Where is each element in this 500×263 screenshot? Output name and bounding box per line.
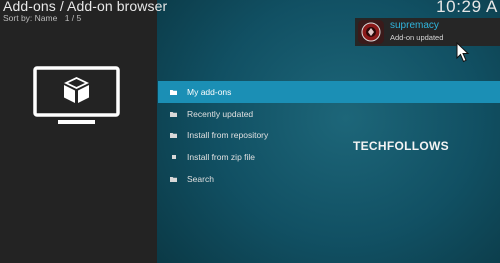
notification-title: supremacy xyxy=(390,20,439,31)
left-panel xyxy=(0,0,157,263)
menu-item-label: Search xyxy=(187,173,214,184)
menu-item-search[interactable]: Search xyxy=(158,168,500,190)
folder-icon xyxy=(170,176,177,182)
clock: 10:29 A xyxy=(436,0,498,16)
square-bullet-icon xyxy=(172,154,176,159)
notification-toast: supremacy Add-on updated xyxy=(355,18,500,46)
menu-item-label: My add-ons xyxy=(187,86,232,97)
menu-item-label: Install from repository xyxy=(187,130,269,141)
mouse-pointer-icon xyxy=(456,42,470,63)
sort-info: Sort by: Name 1 / 5 xyxy=(3,13,81,23)
page-indicator: 1 / 5 xyxy=(64,13,82,23)
supremacy-addon-icon xyxy=(358,20,384,44)
folder-icon xyxy=(170,133,177,139)
page-title: Add-ons / Add-on browser xyxy=(3,0,168,14)
menu-item-label: Install from zip file xyxy=(187,151,256,162)
sort-label[interactable]: Sort by: Name xyxy=(3,13,57,23)
watermark: TECHFOLLOWS xyxy=(353,139,449,153)
menu-item-label: Recently updated xyxy=(187,108,254,119)
folder-icon xyxy=(170,89,177,95)
menu-item-recently-updated[interactable]: Recently updated xyxy=(158,103,500,125)
addon-monitor-icon xyxy=(33,66,120,124)
addon-menu: My add-ons Recently updated Install from… xyxy=(158,81,500,189)
notification-message: Add-on updated xyxy=(390,33,444,42)
menu-item-my-addons[interactable]: My add-ons xyxy=(158,81,500,103)
folder-icon xyxy=(170,111,177,117)
